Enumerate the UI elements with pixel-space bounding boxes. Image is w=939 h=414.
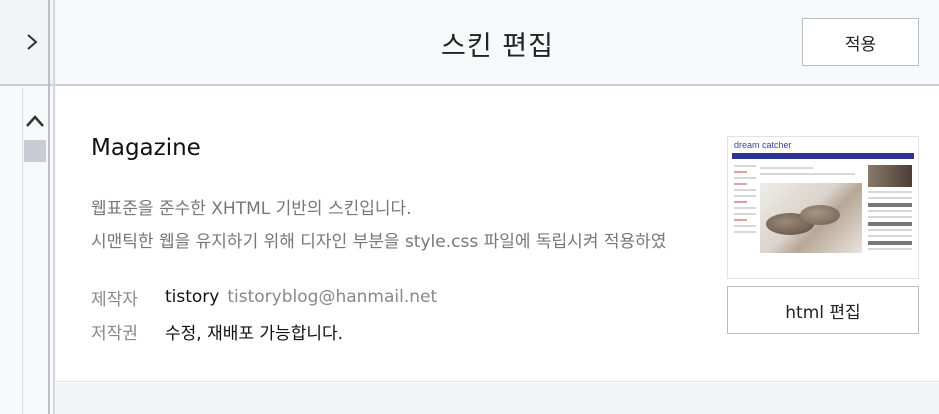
license-label: 저작권 [91, 323, 138, 344]
scrollbar-thumb[interactable] [24, 140, 46, 162]
chevron-up-icon [26, 115, 44, 127]
thumbnail-left-sidebar [734, 165, 756, 265]
skin-name: Magazine [91, 135, 201, 161]
scroll-up-button[interactable] [22, 110, 48, 132]
author-email: tistoryblog@hanmail.net [227, 287, 438, 307]
expand-sidebar-button[interactable] [16, 28, 48, 56]
description-line: 시맨틱한 웹을 유지하기 위해 디자인 부분을 style.css 파일에 독립… [91, 232, 667, 252]
license-row: 저작권 수정, 재배포 가능합니다. [91, 314, 437, 348]
author-label: 제작자 [91, 289, 138, 310]
skin-description: 웹표준을 준수한 XHTML 기반의 스킨입니다. 시맨틱한 웹을 유지하기 위… [91, 193, 731, 259]
header-bar: 스킨 편집 적용 [56, 0, 939, 86]
license-text: 수정, 재배포 가능합니다. [165, 323, 344, 344]
html-edit-button[interactable]: html 편집 [727, 286, 919, 334]
skin-thumbnail: dream catcher [727, 136, 919, 279]
description-line: 웹표준을 준수한 XHTML 기반의 스킨입니다. [91, 199, 412, 219]
panel-divider [48, 0, 50, 414]
skin-meta: 제작자 tistory tistoryblog@hanmail.net 저작권 … [91, 280, 437, 348]
chevron-right-icon [27, 34, 38, 50]
panel-divider [53, 0, 55, 414]
author-row: 제작자 tistory tistoryblog@hanmail.net [91, 280, 437, 314]
apply-button[interactable]: 적용 [802, 18, 919, 66]
thumbnail-photo [760, 183, 862, 253]
skin-info-card: Magazine 웹표준을 준수한 XHTML 기반의 스킨입니다. 시맨틱한 … [56, 88, 939, 382]
thumbnail-right-sidebar [868, 165, 912, 273]
author-name: tistory [165, 287, 220, 307]
rail-divider [22, 88, 23, 414]
thumbnail-logo: dream catcher [734, 140, 792, 150]
footer-strip [56, 383, 939, 414]
thumbnail-nav [732, 153, 914, 159]
